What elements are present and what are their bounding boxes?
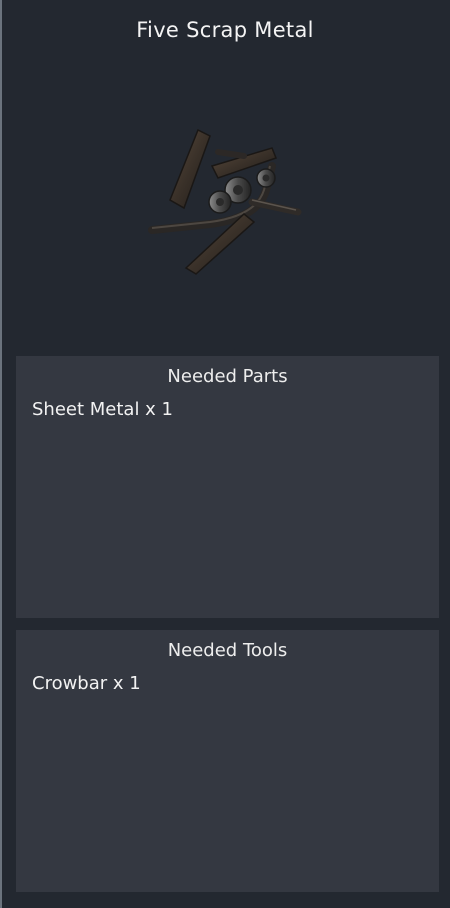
needed-tools-panel: Needed Tools Crowbar x 1	[16, 630, 439, 892]
window-left-edge	[0, 0, 2, 908]
scrap-metal-icon	[140, 120, 310, 280]
item-title: Five Scrap Metal	[136, 18, 314, 42]
needed-parts-header: Needed Parts	[167, 366, 288, 387]
needed-tool-item: Crowbar x 1	[32, 673, 141, 694]
needed-parts-panel: Needed Parts Sheet Metal x 1	[16, 356, 439, 618]
needed-tools-header: Needed Tools	[167, 640, 288, 661]
needed-part-item: Sheet Metal x 1	[32, 399, 174, 420]
